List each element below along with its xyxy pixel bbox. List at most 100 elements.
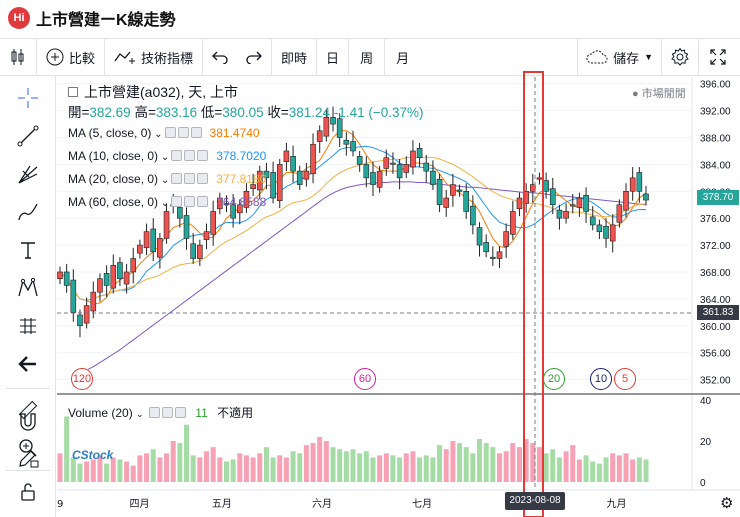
volume-bar bbox=[164, 453, 170, 482]
volume-bar bbox=[636, 457, 642, 482]
chevron-down-icon[interactable]: ⌄ bbox=[136, 409, 144, 419]
price-tick-label: 352.00 bbox=[700, 376, 731, 387]
close-icon[interactable] bbox=[174, 407, 186, 418]
candle bbox=[157, 238, 163, 258]
volume-bar bbox=[350, 449, 356, 482]
price-tick-label: 384.00 bbox=[700, 160, 731, 171]
close-icon[interactable] bbox=[197, 173, 209, 184]
candle bbox=[210, 211, 216, 235]
volume-bar bbox=[217, 457, 223, 482]
gear-icon[interactable] bbox=[184, 173, 196, 184]
candle bbox=[616, 204, 623, 223]
volume-bar bbox=[543, 453, 549, 482]
price-chart[interactable]: 396.00392.00388.00384.00380.00376.00372.… bbox=[0, 0, 740, 517]
gear-icon[interactable] bbox=[161, 407, 173, 418]
gear-icon[interactable] bbox=[184, 196, 196, 207]
gear-icon[interactable] bbox=[177, 127, 189, 138]
settings-gear-icon[interactable]: ⚙ bbox=[720, 494, 733, 512]
candle bbox=[163, 211, 170, 239]
candle bbox=[443, 197, 450, 208]
volume-bar bbox=[343, 451, 349, 482]
volume-bar bbox=[616, 455, 622, 482]
volume-bar bbox=[596, 463, 602, 482]
chevron-down-icon[interactable]: ⌄ bbox=[158, 152, 169, 163]
volume-bar bbox=[263, 447, 269, 482]
eye-icon[interactable] bbox=[171, 196, 183, 207]
candle bbox=[623, 190, 629, 211]
candle bbox=[476, 227, 483, 246]
close-icon[interactable] bbox=[190, 127, 202, 138]
candle bbox=[596, 224, 603, 232]
volume-bar bbox=[144, 453, 150, 482]
close-icon[interactable] bbox=[197, 150, 209, 161]
price-tick-label: 376.00 bbox=[700, 214, 731, 225]
candle bbox=[110, 264, 117, 289]
collapse-icon[interactable] bbox=[68, 87, 78, 97]
volume-bar bbox=[117, 459, 123, 482]
volume-bar bbox=[323, 441, 329, 482]
candle bbox=[316, 130, 323, 142]
eye-icon[interactable] bbox=[164, 127, 176, 138]
volume-bar bbox=[377, 455, 383, 482]
candle bbox=[177, 207, 183, 219]
candle bbox=[536, 177, 543, 180]
candle bbox=[643, 193, 649, 201]
period-marker[interactable]: 60 bbox=[354, 368, 376, 390]
volume-tick-label: 40 bbox=[700, 396, 712, 407]
close-icon[interactable] bbox=[197, 196, 209, 207]
volume-bar bbox=[410, 451, 416, 482]
chevron-down-icon[interactable]: ⌄ bbox=[158, 175, 169, 186]
candle bbox=[370, 172, 376, 185]
volume-status: 不適用 bbox=[217, 406, 254, 420]
ma-legend-label: MA (10, close, 0) bbox=[68, 149, 159, 163]
volume-bar bbox=[430, 457, 436, 482]
volume-bar bbox=[510, 443, 516, 482]
volume-bar bbox=[310, 443, 316, 482]
candle bbox=[423, 162, 430, 172]
gear-icon[interactable] bbox=[184, 150, 196, 161]
ma-legend-value: 377.8180 bbox=[216, 172, 267, 186]
period-marker[interactable]: 10 bbox=[590, 368, 612, 390]
candle bbox=[410, 150, 416, 168]
volume-bar bbox=[243, 455, 249, 482]
eye-icon[interactable] bbox=[148, 407, 160, 418]
open-value: 382.69 bbox=[89, 105, 131, 120]
period-marker[interactable]: 120 bbox=[71, 368, 93, 390]
volume-bar bbox=[84, 461, 90, 482]
time-tick-label: 9 bbox=[57, 499, 63, 510]
candle bbox=[143, 231, 150, 249]
candle bbox=[549, 188, 556, 206]
volume-bar bbox=[383, 453, 389, 482]
volume-bar bbox=[90, 459, 96, 482]
volume-bar bbox=[423, 455, 429, 482]
candle bbox=[563, 211, 569, 219]
candle bbox=[290, 156, 296, 172]
volume-tick-label: 0 bbox=[700, 478, 706, 489]
time-tick-label: 七月 bbox=[412, 498, 432, 510]
candle bbox=[576, 197, 583, 208]
eye-icon[interactable] bbox=[171, 173, 183, 184]
period-marker[interactable]: 20 bbox=[543, 368, 565, 390]
symbol-line: 上市營建(a032), 天, 上市 bbox=[84, 84, 239, 100]
current-price-badge: 378.70 bbox=[697, 190, 739, 205]
candle bbox=[516, 197, 523, 210]
volume-bar bbox=[104, 463, 110, 482]
candle bbox=[396, 164, 403, 179]
volume-bar bbox=[317, 436, 323, 482]
volume-bar bbox=[583, 455, 589, 482]
volume-bar bbox=[623, 453, 629, 482]
ma-legend-label: MA (60, close, 0) bbox=[68, 195, 159, 209]
candle bbox=[390, 162, 396, 165]
chevron-down-icon[interactable]: ⌄ bbox=[151, 129, 162, 140]
volume-bar bbox=[630, 459, 636, 482]
volume-bar bbox=[643, 459, 649, 482]
watermark-logo: CStock bbox=[72, 448, 113, 462]
ma-legend-row: MA (5, close, 0) ⌄ 381.4740 bbox=[68, 126, 260, 140]
chevron-down-icon[interactable]: ⌄ bbox=[158, 198, 169, 209]
candle bbox=[103, 273, 110, 286]
period-marker[interactable]: 5 bbox=[614, 368, 636, 390]
volume-bar bbox=[250, 457, 256, 482]
eye-icon[interactable] bbox=[171, 150, 183, 161]
volume-legend: Volume (20) ⌄ 11 不適用 bbox=[68, 404, 253, 421]
candle bbox=[123, 271, 130, 285]
